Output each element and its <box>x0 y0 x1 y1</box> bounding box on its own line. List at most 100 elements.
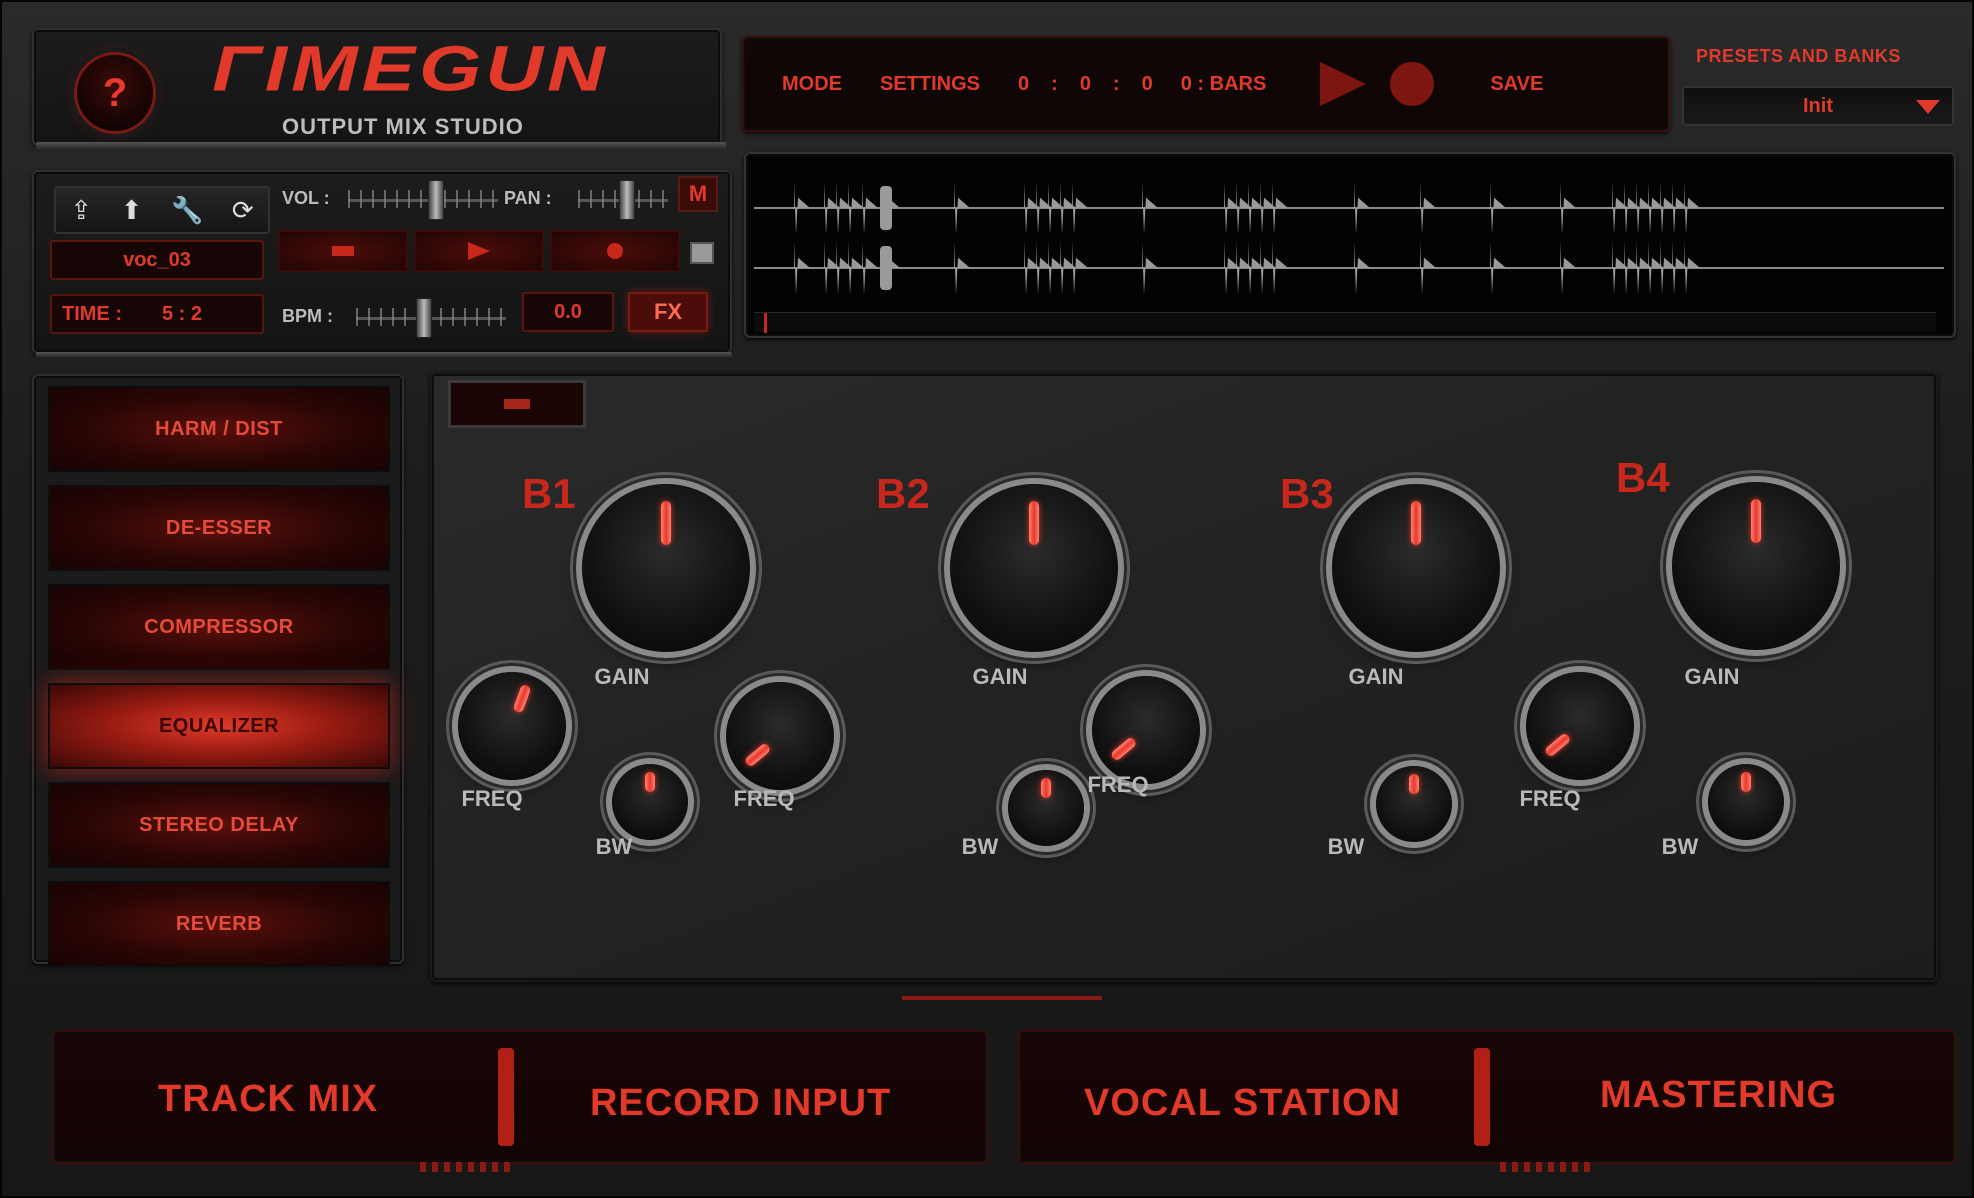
position-counter: 0 : 0 : 0 <box>1018 73 1153 96</box>
fx-item-compressor[interactable]: COMPRESSOR <box>48 584 390 670</box>
eq-bypass-toggle[interactable] <box>448 380 586 428</box>
b1-bw-knob[interactable] <box>612 764 688 840</box>
play-icon[interactable] <box>1320 62 1367 106</box>
pan-slider-thumb[interactable] <box>619 180 635 220</box>
presets-label: PRESETS AND BANKS <box>1696 46 1901 66</box>
b4-freq-knob-indicator <box>1543 731 1572 758</box>
waveform-transient <box>1560 242 1576 294</box>
waveform-transient <box>954 182 970 234</box>
bpm-slider[interactable] <box>356 298 506 338</box>
fx-item-harm-dist[interactable]: HARM / DIST <box>48 386 390 472</box>
counter-ticks: 0 <box>1141 72 1153 95</box>
b4-gain-knob[interactable] <box>1672 482 1840 650</box>
waveform-transient <box>1354 182 1370 234</box>
tab-track-mix[interactable]: TRACK MIX <box>158 1078 378 1121</box>
export-icon[interactable]: ⇪ <box>70 195 92 226</box>
b2-freq-label: FREQ <box>733 786 795 811</box>
tab-mastering[interactable]: MASTERING <box>1600 1074 1837 1117</box>
upload-icon[interactable]: ⬆ <box>121 195 143 226</box>
play-icon <box>468 242 490 260</box>
app-subtitle: OUTPUT MIX STUDIO <box>282 114 524 139</box>
waveform-sustain <box>880 186 892 230</box>
waveform-transient <box>1420 242 1436 294</box>
tab-vocal-station[interactable]: VOCAL STATION <box>1084 1082 1401 1125</box>
b3-freq-label: FREQ <box>1087 772 1149 797</box>
help-button[interactable]: ? <box>74 52 156 134</box>
waveform-transient <box>1684 242 1700 294</box>
record-icon[interactable] <box>1390 62 1435 106</box>
waveform-transient <box>1490 242 1506 294</box>
time-value: 5 : 2 <box>162 302 203 325</box>
waveform-transient <box>1560 182 1576 234</box>
time-field: TIME : 5 : 2 <box>50 294 264 334</box>
file-name-field[interactable]: voc_03 <box>50 240 264 280</box>
band-label-b3: B3 <box>1280 470 1334 517</box>
stop-button[interactable] <box>278 230 408 272</box>
waveform-transient <box>1490 182 1506 234</box>
b4-bw-knob[interactable] <box>1708 764 1784 840</box>
preset-dropdown[interactable]: Init <box>1682 86 1954 126</box>
fx-item-reverb[interactable]: REVERB <box>48 881 390 967</box>
b1-freq-knob[interactable] <box>458 672 566 780</box>
mute-button[interactable]: M <box>678 176 718 212</box>
waveform-transient <box>794 182 810 234</box>
fx-button[interactable]: FX <box>628 292 708 332</box>
vol-slider[interactable] <box>348 180 498 220</box>
b4-freq-knob[interactable] <box>1526 672 1634 780</box>
pan-slider[interactable] <box>578 180 668 220</box>
chevron-down-icon <box>1916 100 1940 114</box>
b1-bw-knob-indicator <box>645 771 655 792</box>
track-controls: ⇪ ⬆ 🔧 ⟳ voc_03 TIME : 5 : 2 VOL : PAN : … <box>32 170 732 354</box>
play-button[interactable] <box>414 230 544 272</box>
b3-freq-knob[interactable] <box>1092 676 1200 784</box>
question-icon: ? <box>102 70 128 115</box>
panel-divider <box>902 996 1102 1000</box>
b2-freq-knob-indicator <box>743 741 772 768</box>
nav-grille <box>420 1162 510 1172</box>
b4-gain-knob-indicator <box>1751 498 1761 543</box>
b2-gain-label: GAIN <box>972 664 1028 689</box>
fx-item-stereo-delay[interactable]: STEREO DELAY <box>48 782 390 868</box>
vol-label: VOL : <box>282 188 330 208</box>
b3-freq-knob-indicator <box>1109 735 1138 762</box>
b4-gain-label: GAIN <box>1684 664 1740 689</box>
counter-beats: 0 <box>1079 72 1091 95</box>
b4-freq-label: FREQ <box>1519 786 1581 811</box>
b2-freq-knob[interactable] <box>726 682 834 790</box>
mode-button[interactable]: MODE <box>782 73 842 96</box>
b1-gain-label: GAIN <box>594 664 650 689</box>
bpm-value-field[interactable]: 0.0 <box>522 292 614 332</box>
vol-slider-thumb[interactable] <box>428 180 444 220</box>
waveform-transient <box>1420 182 1436 234</box>
b1-gain-knob[interactable] <box>582 484 750 652</box>
wrench-icon[interactable]: 🔧 <box>171 195 203 226</box>
nav-divider <box>498 1048 514 1146</box>
bpm-slider-thumb[interactable] <box>416 298 432 338</box>
waveform-transient <box>862 242 878 294</box>
waveform-transient <box>1272 182 1288 234</box>
tab-record-input[interactable]: RECORD INPUT <box>590 1082 891 1125</box>
waveform-transient <box>1142 182 1158 234</box>
b3-bw-label: BW <box>1327 834 1365 859</box>
refresh-icon[interactable]: ⟳ <box>232 195 254 226</box>
band-label-b2: B2 <box>876 470 930 517</box>
waveform-transient <box>794 242 810 294</box>
b1-gain-knob-indicator <box>661 500 671 545</box>
b2-gain-knob[interactable] <box>950 484 1118 652</box>
record-button[interactable] <box>550 230 680 272</box>
playhead[interactable] <box>764 313 767 333</box>
app-window: ? ΓIMEGUN OUTPUT MIX STUDIO MODE SETTING… <box>0 0 1974 1198</box>
waveform-display[interactable] <box>744 152 1956 338</box>
timeline-ruler[interactable] <box>754 312 1936 333</box>
b3-bw-knob[interactable] <box>1376 766 1452 842</box>
waveform-transient <box>1354 242 1370 294</box>
b3-gain-knob[interactable] <box>1332 484 1500 652</box>
fx-item-equalizer[interactable]: EQUALIZER <box>48 683 390 769</box>
loop-toggle[interactable] <box>690 242 714 264</box>
save-button[interactable]: SAVE <box>1490 73 1543 96</box>
fx-item-de-esser[interactable]: DE-ESSER <box>48 485 390 571</box>
b3-gain-label: GAIN <box>1348 664 1404 689</box>
settings-button[interactable]: SETTINGS <box>880 73 980 96</box>
waveform-transient <box>954 242 970 294</box>
b1-freq-label: FREQ <box>461 786 523 811</box>
